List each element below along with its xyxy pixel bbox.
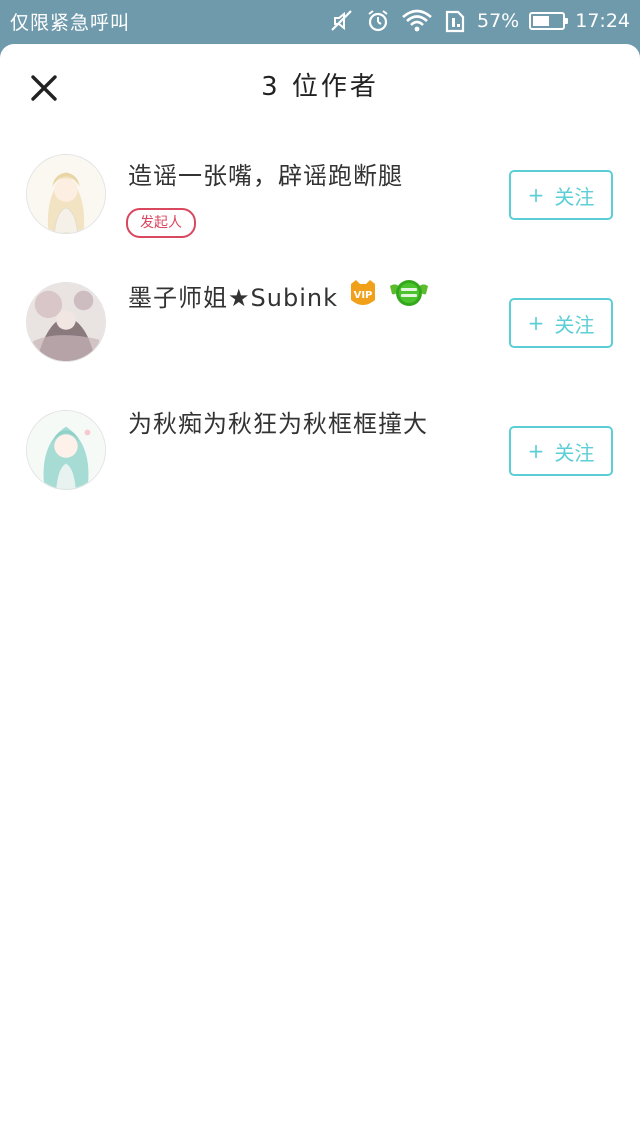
follow-label: 关注 [554, 184, 595, 209]
vip-badge: VIP [346, 276, 380, 314]
page-title: 3 位作者 [261, 72, 379, 102]
alarm-icon [365, 8, 391, 34]
follow-button[interactable]: + 关注 [509, 426, 613, 476]
plus-icon: + [527, 439, 545, 463]
avatar[interactable] [26, 410, 106, 490]
vip-badge-text: VIP [354, 290, 373, 301]
emergency-call-text: 仅限紧急呼叫 [10, 12, 131, 34]
avatar[interactable] [26, 154, 106, 234]
author-name-line: 造谣一张嘴，辟谣跑断腿 [128, 156, 403, 191]
author-name-line: 为秋痴为秋狂为秋框框撞大 [128, 404, 428, 439]
follow-label: 关注 [554, 440, 595, 465]
author-row[interactable]: 造谣一张嘴，辟谣跑断腿 发起人 + 关注 [0, 128, 640, 256]
sheet-header: 3 位作者 [0, 44, 640, 128]
author-name[interactable]: 为秋痴为秋狂为秋框框撞大 [128, 404, 428, 439]
wing-badge-icon [388, 276, 430, 314]
clock: 17:24 [575, 10, 630, 32]
plus-icon: + [527, 183, 545, 207]
author-name-line: 墨子师姐★Subink VIP [128, 276, 430, 314]
avatar[interactable] [26, 282, 106, 362]
battery-icon [529, 12, 569, 30]
status-icons: 57% 17:24 [329, 6, 630, 36]
initiator-badge: 发起人 [126, 208, 196, 238]
status-bar: 仅限紧急呼叫 57% 17:24 [0, 0, 640, 44]
follow-button[interactable]: + 关注 [509, 298, 613, 348]
follow-label: 关注 [554, 312, 595, 337]
author-list: 造谣一张嘴，辟谣跑断腿 发起人 + 关注 墨子师姐★Subink VIP + 关… [0, 128, 640, 512]
mute-icon [329, 8, 355, 34]
author-row[interactable]: 为秋痴为秋狂为秋框框撞大 + 关注 [0, 384, 640, 512]
author-row[interactable]: 墨子师姐★Subink VIP + 关注 [0, 256, 640, 384]
wifi-icon [401, 8, 433, 34]
authors-sheet: 3 位作者 造谣一张嘴，辟谣跑断腿 发起人 + 关注 墨子师姐★Subink V… [0, 44, 640, 1138]
plus-icon: + [527, 311, 545, 335]
author-name[interactable]: 墨子师姐★Subink [128, 278, 338, 313]
sim-icon [443, 8, 467, 34]
battery-percent: 57% [477, 10, 520, 32]
follow-button[interactable]: + 关注 [509, 170, 613, 220]
author-name[interactable]: 造谣一张嘴，辟谣跑断腿 [128, 156, 403, 191]
